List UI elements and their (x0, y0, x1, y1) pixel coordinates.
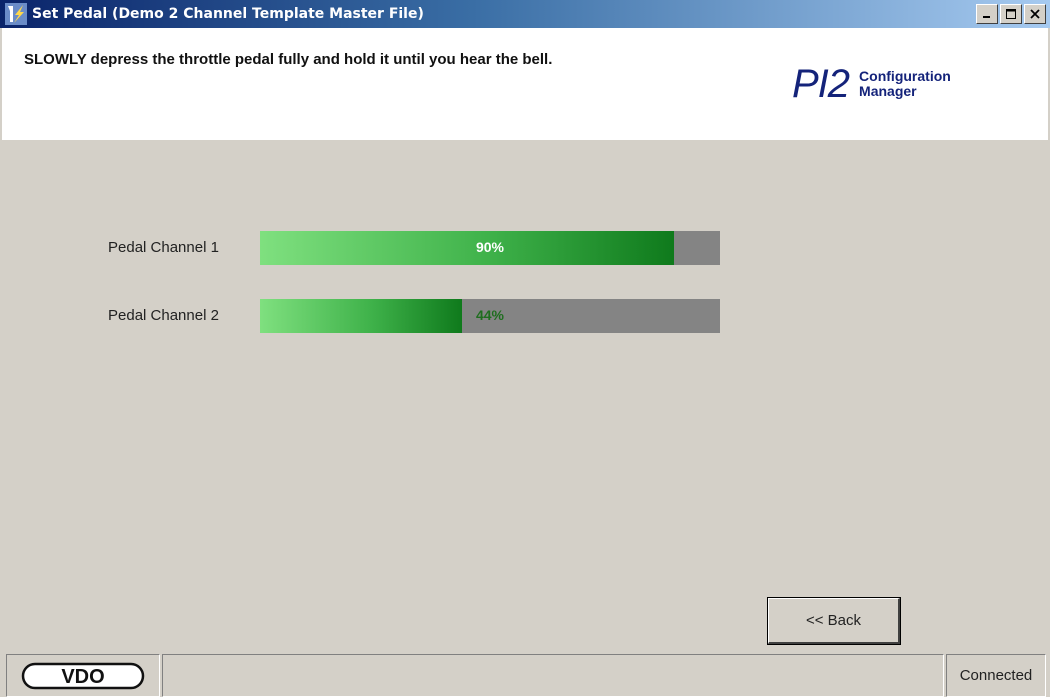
logo-subtitle: Configuration Manager (859, 69, 951, 99)
pedal-channel-2-percent: 44% (475, 307, 505, 323)
vdo-logo-text: VDO (61, 666, 104, 688)
pedal-channel-1-percent: 90% (475, 239, 505, 255)
instruction-text: SLOWLY depress the throttle pedal fully … (24, 51, 553, 68)
pedal-channel-1-label: Pedal Channel 1 (108, 239, 219, 256)
product-logo: PI2 Configuration Manager (792, 64, 951, 104)
pedal-channel-2-row: Pedal Channel 2 44% (0, 299, 1050, 333)
close-icon (1030, 9, 1040, 19)
vdo-logo-cell: VDO (6, 654, 160, 697)
window-controls (974, 4, 1046, 24)
pedal-channel-2-label: Pedal Channel 2 (108, 307, 219, 324)
logo-subtitle-line1: Configuration (859, 68, 951, 84)
window-title: Set Pedal (Demo 2 Channel Template Maste… (32, 6, 424, 22)
maximize-icon (1006, 9, 1016, 19)
minimize-button[interactable] (976, 4, 998, 24)
maximize-button[interactable] (1000, 4, 1022, 24)
connection-status: Connected (946, 654, 1046, 697)
logo-subtitle-line2: Manager (859, 83, 917, 99)
close-button[interactable] (1024, 4, 1046, 24)
status-bar: VDO Connected (0, 654, 1050, 697)
minimize-icon (983, 16, 990, 18)
pedal-channel-1-progress: 90% (260, 231, 720, 265)
vdo-logo-icon: VDO (21, 662, 145, 689)
window-titlebar[interactable]: Set Pedal (Demo 2 Channel Template Maste… (0, 0, 1050, 28)
logo-main: PI2 (792, 62, 850, 106)
status-message-cell (162, 654, 944, 697)
app-icon[interactable] (4, 2, 28, 26)
pedal-channel-2-progress: 44% (260, 299, 720, 333)
header-panel: SLOWLY depress the throttle pedal fully … (2, 28, 1048, 140)
back-button[interactable]: << Back (767, 597, 901, 645)
pedal-channel-1-row: Pedal Channel 1 90% (0, 231, 1050, 265)
